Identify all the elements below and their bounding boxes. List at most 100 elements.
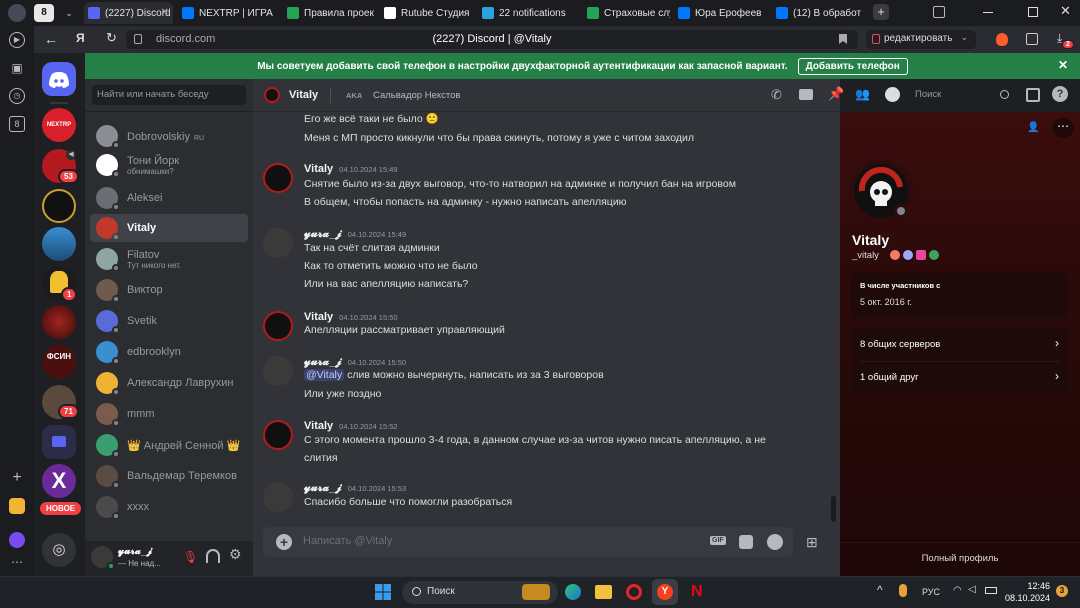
browser-tab[interactable]: Правила проек xyxy=(283,2,376,24)
language-indicator[interactable]: РУС xyxy=(922,587,940,597)
more-icon[interactable]: ⋯ xyxy=(9,554,25,570)
dm-item[interactable]: Aleksei xyxy=(90,184,248,212)
attach-icon[interactable]: + xyxy=(276,534,292,550)
dm-item[interactable]: Vitaly xyxy=(90,214,248,242)
dm-item[interactable]: Виктор xyxy=(90,276,248,304)
mutual-friends-row[interactable]: 1 общий друг › xyxy=(851,361,1068,394)
tray-chevron-icon[interactable]: ^ xyxy=(877,583,883,597)
message-author[interactable]: Vitaly xyxy=(304,311,333,323)
more-options-icon[interactable]: ⋯ xyxy=(1052,118,1074,138)
dm-item[interactable]: edbrooklyn xyxy=(90,338,248,366)
dm-item[interactable]: Тони Йорк обнимашки? xyxy=(90,151,248,179)
add-icon[interactable]: + xyxy=(9,470,25,486)
close-tab-icon[interactable]: ✕ xyxy=(161,7,169,18)
help-icon[interactable]: ? xyxy=(1052,86,1068,102)
browser-tab[interactable]: Rutube Студия xyxy=(380,2,474,24)
clock-date[interactable]: 08.10.2024 xyxy=(1000,593,1050,603)
yandex-browser-icon[interactable]: Y xyxy=(652,579,678,605)
notification-badge[interactable]: 3 xyxy=(1056,585,1068,597)
user-name[interactable]: 𝔂𝓾𝓻𝓪_𝓳 xyxy=(118,546,152,557)
battery-icon[interactable] xyxy=(985,587,997,594)
dm-item[interactable]: mmm xyxy=(90,400,248,428)
apps-icon[interactable]: ⊞ xyxy=(806,534,822,550)
dm-item[interactable]: Вальдемар Теремков xyxy=(90,462,248,490)
explore-servers-button[interactable]: ◎ xyxy=(42,533,76,567)
message-avatar[interactable] xyxy=(263,311,293,341)
new-tab-button[interactable]: + xyxy=(873,4,889,20)
market-icon[interactable] xyxy=(9,498,25,514)
collections-icon[interactable] xyxy=(1026,33,1038,45)
server-x[interactable]: X xyxy=(42,464,76,498)
message-avatar[interactable] xyxy=(263,228,293,258)
browser-tab[interactable]: (2227) Discord ✕ xyxy=(84,2,173,24)
dm-item[interactable]: Александр Лаврухин xyxy=(90,369,248,397)
dm-item[interactable]: Filatov Тут никого нет. xyxy=(90,245,248,273)
dm-item[interactable]: 👑 Андрей Сенной 👑 xyxy=(90,431,248,459)
add-phone-button[interactable]: Добавить телефон xyxy=(797,57,908,75)
message-avatar[interactable] xyxy=(263,163,293,193)
address-field[interactable]: discord.com (2227) Discord | @Vitaly xyxy=(126,30,858,49)
server-4[interactable] xyxy=(42,227,76,261)
pin-icon[interactable]: 📌 xyxy=(828,86,844,102)
explorer-icon[interactable] xyxy=(595,585,612,599)
message-avatar[interactable] xyxy=(263,356,293,386)
video-icon[interactable] xyxy=(799,89,813,100)
add-friend-icon[interactable]: 👤 xyxy=(1027,122,1039,133)
browser-tab[interactable]: Страховые слу xyxy=(583,2,670,24)
tab-counter-icon[interactable]: 8 xyxy=(9,116,25,132)
wifi-icon[interactable]: ◠ xyxy=(953,585,962,596)
browser-avatar[interactable] xyxy=(8,4,26,22)
message-avatar[interactable] xyxy=(263,482,293,512)
headphones-icon[interactable] xyxy=(206,549,220,563)
taskbar-search-input[interactable]: Поиск xyxy=(402,581,558,604)
profile-toggle-icon[interactable] xyxy=(885,87,900,102)
dm-item[interactable]: Dobrovolskiy RU xyxy=(90,122,248,150)
message-author[interactable]: 𝔂𝓾𝓻𝓪_𝓳 xyxy=(304,228,342,240)
clock-time[interactable]: 12:46 xyxy=(1010,581,1050,591)
message-input[interactable]: Написать @Vitaly xyxy=(303,535,392,547)
message-author[interactable]: 𝔂𝓾𝓻𝓪_𝓳 xyxy=(304,356,342,368)
alice-icon[interactable] xyxy=(9,532,25,548)
restore-tabs-icon[interactable] xyxy=(933,6,945,18)
edit-button[interactable]: редактировать ⌄ xyxy=(866,30,976,49)
sticker-icon[interactable] xyxy=(739,535,753,549)
edge-icon[interactable] xyxy=(565,584,581,600)
volume-icon[interactable]: ◁ xyxy=(968,584,976,595)
protect-icon[interactable] xyxy=(996,33,1008,46)
user-mention[interactable]: @Vitaly xyxy=(304,369,345,381)
netflix-icon[interactable]: N xyxy=(691,583,705,601)
add-friends-icon[interactable]: 👥 xyxy=(855,87,870,101)
history-icon[interactable]: ◷ xyxy=(9,88,25,104)
user-avatar[interactable] xyxy=(91,546,115,570)
message-composer[interactable]: + Написать @Vitaly GIF xyxy=(263,527,793,557)
tabs-dropdown-icon[interactable]: ⌄ xyxy=(60,4,78,22)
minimize-icon[interactable] xyxy=(983,12,993,13)
back-icon[interactable]: ← xyxy=(44,31,58,47)
server-3[interactable] xyxy=(42,189,76,223)
close-banner-icon[interactable]: ✕ xyxy=(1058,58,1068,72)
chat-scrollbar[interactable] xyxy=(831,496,836,522)
gif-button[interactable]: GIF xyxy=(710,536,726,545)
message-author[interactable]: 𝔂𝓾𝓻𝓪_𝓳 xyxy=(304,482,342,494)
mutual-servers-row[interactable]: 8 общих серверов › xyxy=(851,328,1068,361)
message-author[interactable]: Vitaly xyxy=(304,163,333,175)
server-folder[interactable] xyxy=(42,425,76,459)
server-fsin[interactable]: ФСИН xyxy=(42,345,76,379)
close-window-icon[interactable]: ✕ xyxy=(1060,3,1074,19)
browser-tab[interactable]: Юра Ерофеев xyxy=(674,2,768,24)
discord-home-button[interactable] xyxy=(42,62,76,96)
browser-tab[interactable]: (12) В обработ xyxy=(772,2,868,24)
emoji-icon[interactable] xyxy=(767,534,783,550)
dm-item[interactable]: Svetik xyxy=(90,307,248,335)
message-avatar[interactable] xyxy=(263,420,293,450)
start-icon[interactable] xyxy=(375,584,391,600)
opera-icon[interactable] xyxy=(626,584,642,600)
yandex-icon[interactable]: Я xyxy=(76,31,85,45)
server-6[interactable] xyxy=(42,305,76,339)
inbox-icon[interactable] xyxy=(1026,88,1040,102)
header-search-input[interactable]: Поиск xyxy=(911,87,1013,104)
dm-search-input[interactable]: Найти или начать беседу xyxy=(92,85,246,105)
browser-tab[interactable]: 22 notifications xyxy=(478,2,579,24)
server-nextrp[interactable]: NEXTRP xyxy=(42,108,76,142)
full-profile-link[interactable]: Полный профиль xyxy=(840,553,1080,564)
